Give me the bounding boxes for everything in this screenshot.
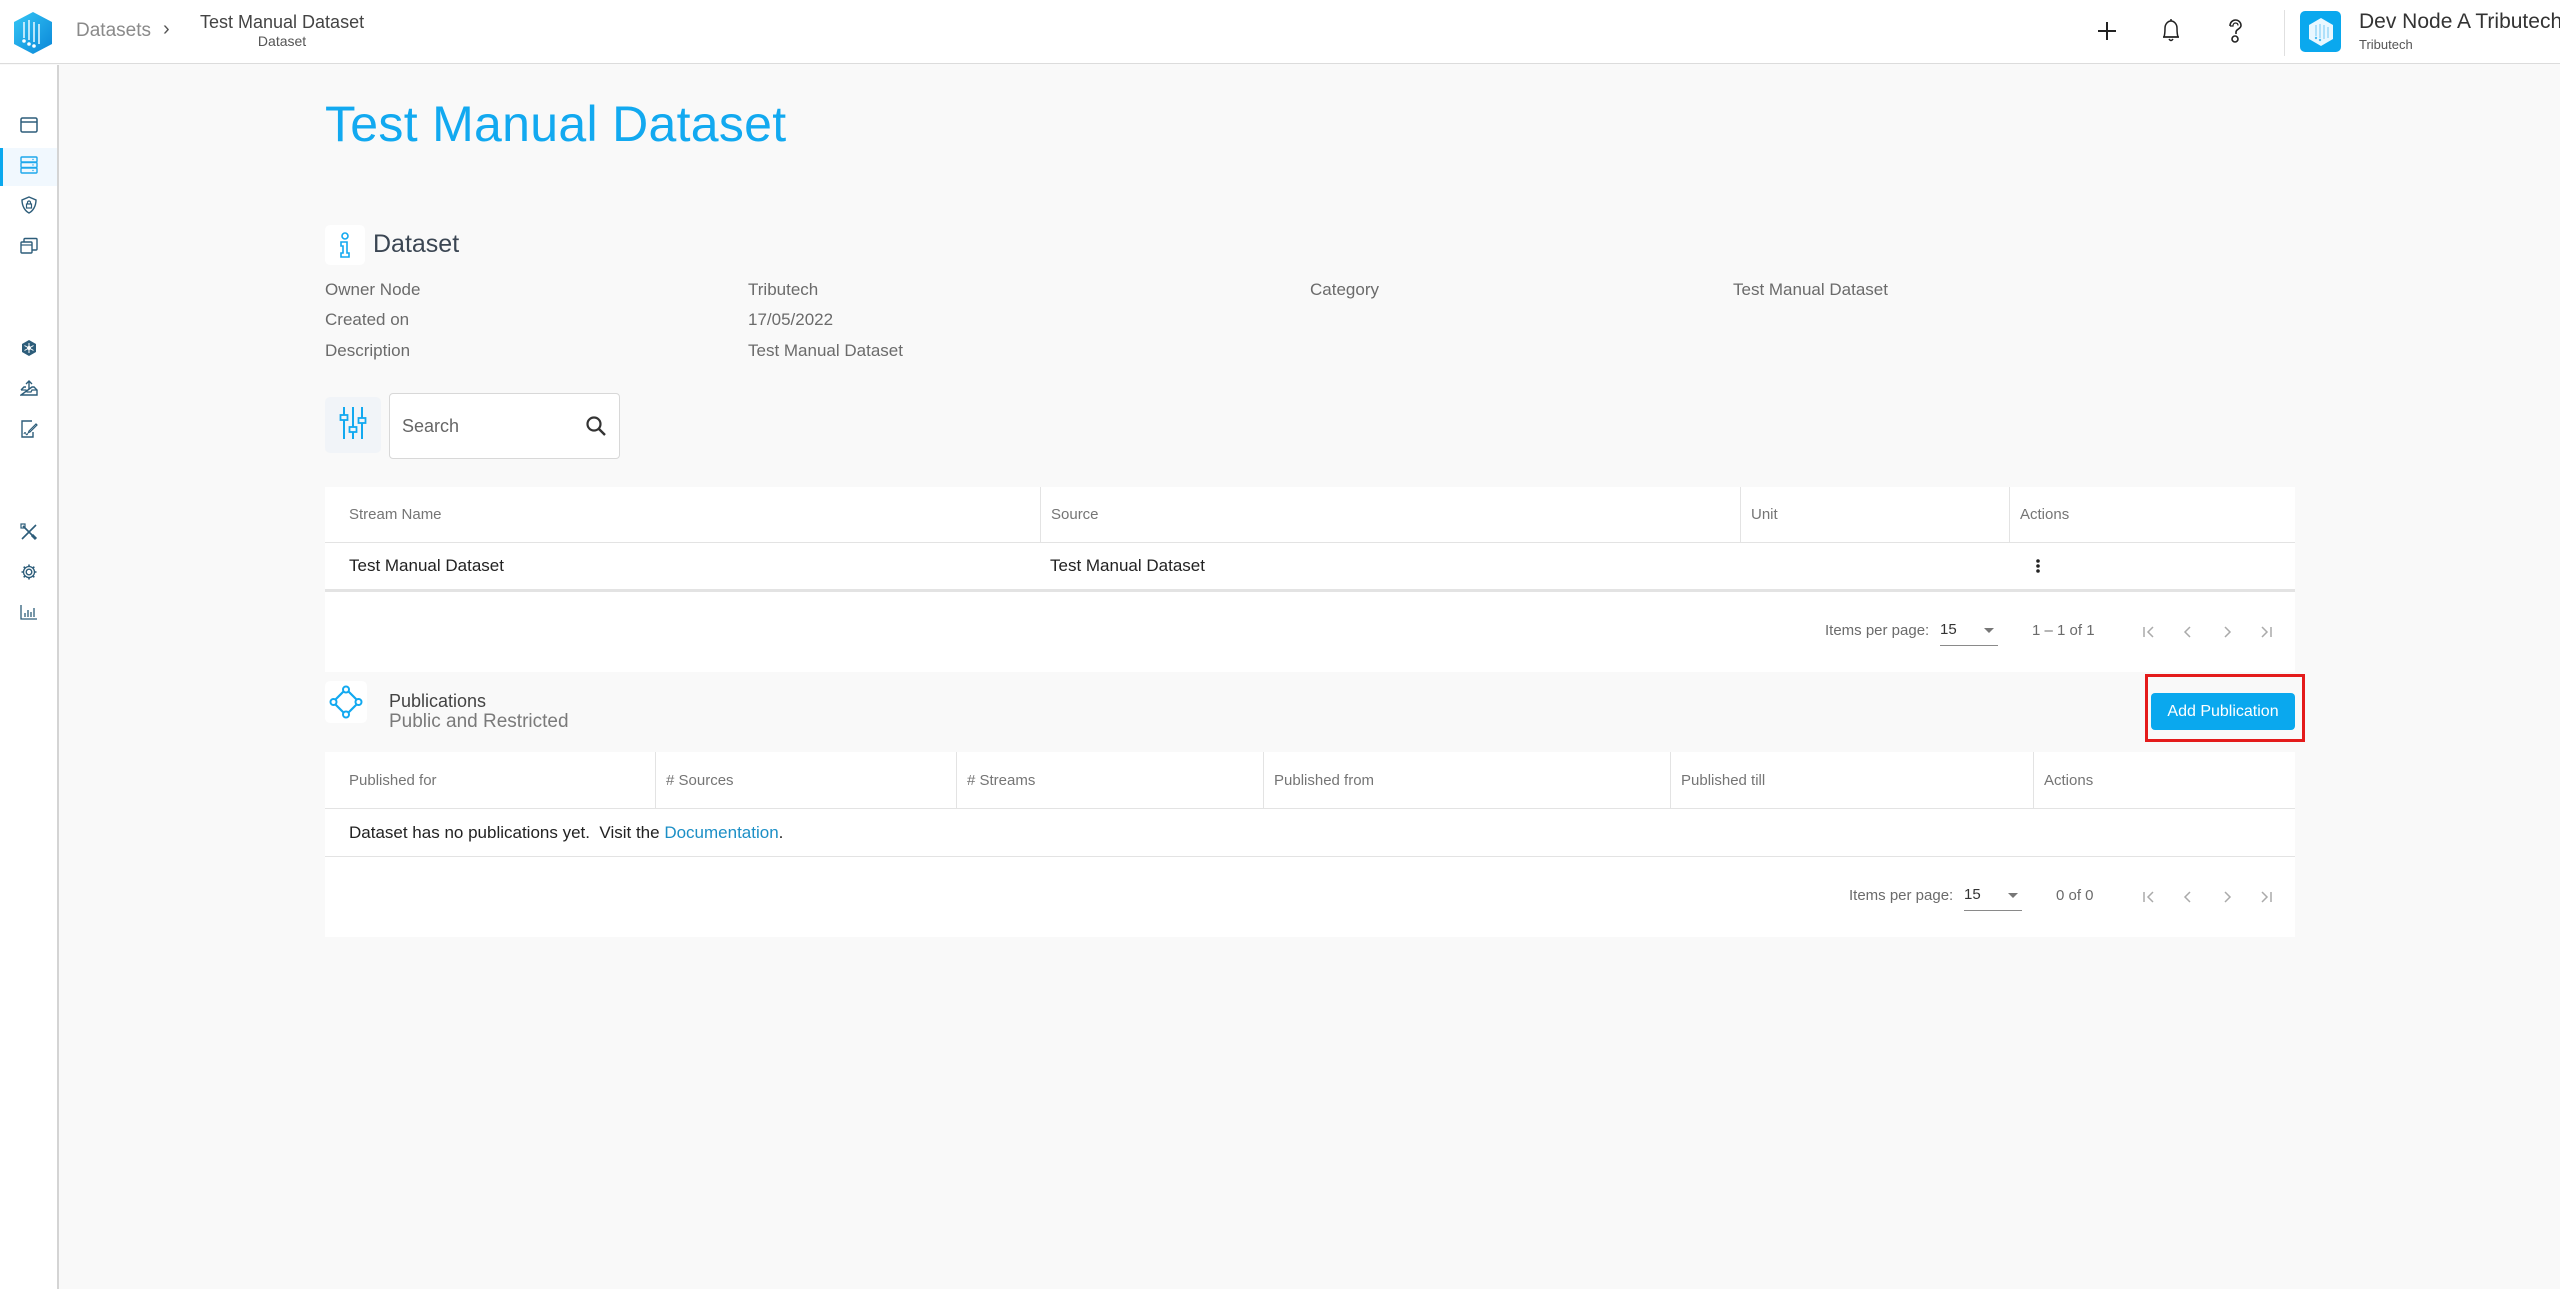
add-publication-button[interactable]: Add Publication — [2151, 693, 2295, 730]
publications-table-header: Published for # Sources # Streams Publis… — [325, 752, 2295, 809]
shield-lock-icon — [20, 195, 37, 219]
page-range: 0 of 0 — [2056, 887, 2094, 904]
plus-icon[interactable] — [2092, 16, 2122, 46]
column-header-streams[interactable]: # Streams — [956, 752, 1263, 808]
empty-suffix: . — [778, 822, 784, 842]
column-header-published-till[interactable]: Published till — [1670, 752, 2033, 808]
sidebar-item-overview[interactable] — [0, 108, 57, 146]
table-row[interactable]: Test Manual Dataset Test Manual Dataset — [325, 543, 2295, 592]
user-avatar[interactable] — [2300, 11, 2341, 52]
publications-table: Published for # Sources # Streams Publis… — [325, 752, 2295, 937]
first-page-icon[interactable] — [2137, 620, 2161, 644]
previous-page-icon[interactable] — [2176, 885, 2200, 909]
next-page-icon[interactable] — [2215, 620, 2239, 644]
category-value: Test Manual Dataset — [1733, 280, 1888, 299]
column-header-pub-actions: Actions — [2033, 752, 2295, 808]
source-cell: Test Manual Dataset — [1050, 556, 1205, 575]
sidebar — [0, 65, 59, 1289]
user-name[interactable]: Dev Node A Tributech — [2359, 10, 2560, 34]
tools-icon — [19, 522, 38, 546]
breadcrumb-current-subtitle: Dataset — [257, 33, 307, 49]
category-label: Category — [1310, 280, 1379, 299]
publications-title: Publications — [389, 691, 487, 711]
column-header-stream-name[interactable]: Stream Name — [325, 487, 1040, 542]
publications-icon — [325, 681, 367, 723]
items-per-page-select[interactable]: 15 — [1964, 883, 2022, 911]
search-input[interactable] — [402, 412, 572, 440]
upload-tray-icon — [18, 379, 38, 402]
stacked-windows-icon — [19, 236, 38, 259]
previous-page-icon[interactable] — [2176, 620, 2200, 644]
streams-paginator: Items per page: 15 1 – 1 of 1 — [325, 592, 2295, 672]
publications-header: Publications Public and Restricted — [325, 672, 2295, 752]
items-per-page-value: 15 — [1940, 621, 1957, 638]
description-value: Test Manual Dataset — [748, 341, 903, 360]
help-icon[interactable] — [2220, 16, 2250, 46]
sidebar-item-apps[interactable] — [0, 228, 57, 266]
description-label: Description — [325, 341, 411, 360]
window-icon — [19, 116, 38, 138]
top-bar: Datasets › Test Manual Dataset Dataset D… — [0, 0, 2560, 64]
items-per-page-select[interactable]: 15 — [1940, 618, 1998, 646]
streams-table: Stream Name Source Unit Actions Test Man… — [325, 487, 2295, 672]
section-title-dataset: Dataset — [373, 230, 460, 258]
column-header-published-from[interactable]: Published from — [1263, 752, 1670, 808]
items-per-page-value: 15 — [1964, 886, 1981, 903]
datasets-icon — [19, 155, 38, 179]
publications-paginator: Items per page: 15 0 of 0 — [325, 857, 2295, 937]
sidebar-item-tools[interactable] — [0, 515, 57, 553]
items-per-page-label: Items per page: — [1825, 622, 1930, 639]
created-on-label: Created on — [325, 310, 410, 329]
column-header-sources[interactable]: # Sources — [655, 752, 956, 808]
sidebar-item-settings[interactable] — [0, 555, 57, 593]
user-org: Tributech — [2359, 37, 2413, 52]
items-per-page-label: Items per page: — [1849, 887, 1954, 904]
network-cube-icon — [20, 339, 38, 362]
last-page-icon[interactable] — [2254, 620, 2278, 644]
document-edit-icon — [20, 419, 38, 443]
page-range: 1 – 1 of 1 — [2032, 622, 2095, 639]
sidebar-item-security[interactable] — [0, 188, 57, 226]
search-icon[interactable] — [585, 415, 607, 442]
breadcrumb-datasets-link[interactable]: Datasets — [76, 20, 151, 42]
streams-table-header: Stream Name Source Unit Actions — [325, 487, 2295, 543]
search-field — [389, 393, 620, 459]
empty-message: Dataset has no publications yet. Visit t… — [349, 809, 783, 856]
sidebar-item-analytics[interactable] — [0, 595, 57, 633]
bell-icon[interactable] — [2156, 16, 2186, 46]
dropdown-arrow-icon — [2008, 893, 2018, 898]
owner-node-value: Tributech — [748, 280, 819, 299]
publications-subtitle: Public and Restricted — [389, 711, 569, 732]
gear-icon — [20, 563, 38, 586]
sidebar-item-contracts[interactable] — [0, 412, 57, 450]
page-title: Test Manual Dataset — [325, 96, 787, 152]
breadcrumb-current: Test Manual Dataset Dataset — [200, 11, 364, 49]
sidebar-item-datasets[interactable] — [0, 148, 57, 186]
next-page-icon[interactable] — [2215, 885, 2239, 909]
documentation-link[interactable]: Documentation — [664, 823, 778, 843]
sidebar-item-upload[interactable] — [0, 371, 57, 409]
column-header-actions: Actions — [2009, 487, 2295, 542]
info-icon — [325, 225, 365, 265]
column-header-source[interactable]: Source — [1040, 487, 1740, 542]
sliders-icon — [339, 405, 367, 446]
sidebar-item-network[interactable] — [0, 331, 57, 369]
app-logo-icon[interactable] — [10, 10, 56, 56]
last-page-icon[interactable] — [2254, 885, 2278, 909]
breadcrumb-current-title: Test Manual Dataset — [200, 12, 365, 32]
column-header-published-for[interactable]: Published for — [325, 752, 655, 808]
column-header-unit[interactable]: Unit — [1740, 487, 2009, 542]
empty-row: Dataset has no publications yet. Visit t… — [325, 809, 2295, 857]
first-page-icon[interactable] — [2137, 885, 2161, 909]
more-vert-icon[interactable] — [2030, 543, 2046, 589]
dropdown-arrow-icon — [1984, 628, 1994, 633]
stream-name-cell: Test Manual Dataset — [349, 556, 504, 575]
header-divider — [2284, 10, 2285, 56]
empty-text: Dataset has no publications yet. Visit t… — [349, 822, 665, 842]
owner-node-label: Owner Node — [325, 280, 421, 299]
breadcrumb-chevron-icon: › — [163, 18, 170, 40]
bar-chart-icon — [19, 604, 38, 625]
filter-button[interactable] — [325, 397, 381, 453]
created-on-value: 17/05/2022 — [748, 310, 834, 329]
